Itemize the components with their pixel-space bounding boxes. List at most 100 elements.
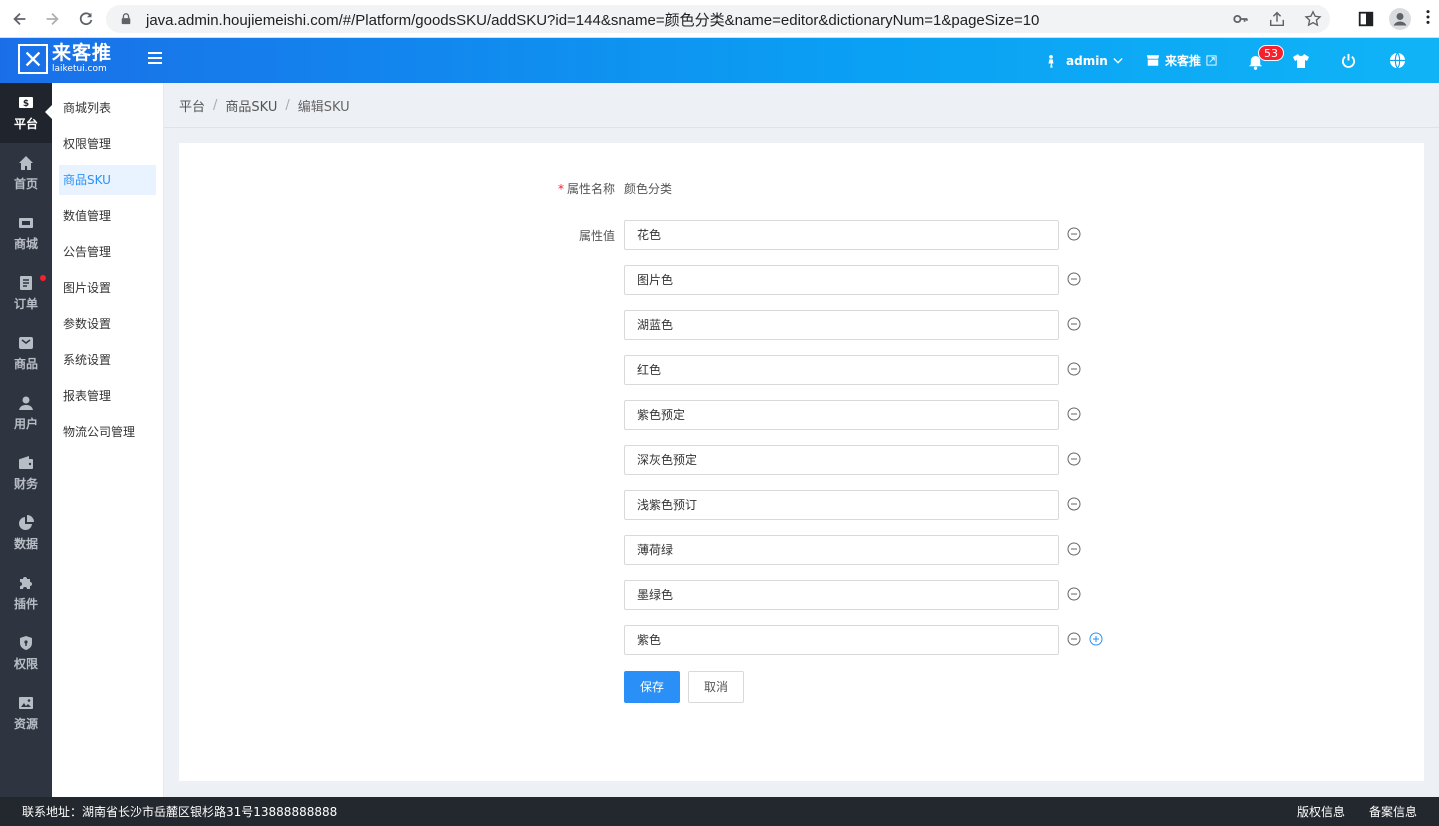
rail-item-home[interactable]: 首页 [0, 143, 52, 203]
key-icon[interactable] [1232, 10, 1250, 28]
tshirt-button[interactable] [1292, 38, 1310, 83]
platform-icon: $ [19, 96, 33, 109]
user-menu[interactable]: admin [1046, 38, 1123, 83]
submenu-item-values[interactable]: 数值管理 [59, 201, 156, 231]
add-value-icon[interactable] [1089, 632, 1103, 646]
rail-label: 商品 [13, 356, 38, 371]
save-button[interactable]: 保存 [624, 671, 680, 703]
rail-label: 首页 [13, 176, 38, 191]
footer: 联系地址：湖南省长沙市岳麓区银杉路31号13888888888 版权信息 备案信… [0, 797, 1439, 826]
breadcrumb-item[interactable]: 商品SKU [225, 96, 277, 115]
puzzle-icon [20, 576, 32, 589]
shield-icon [20, 635, 32, 650]
sidebar-toggle-icon[interactable] [1357, 10, 1375, 28]
breadcrumb-separator: / [213, 97, 218, 113]
menu-toggle-icon[interactable] [148, 52, 162, 66]
rail-label: 插件 [13, 596, 38, 611]
cancel-button[interactable]: 取消 [688, 671, 744, 703]
attr-value-input[interactable]: 深灰色预定 [624, 445, 1059, 475]
attr-value-input[interactable]: 图片色 [624, 265, 1059, 295]
browser-toolbar: java.admin.houjiemeishi.com/#/Platform/g… [0, 0, 1439, 38]
submenu-item-notice[interactable]: 公告管理 [59, 237, 156, 267]
rail-item-plugin[interactable]: 插件 [0, 563, 52, 623]
order-alert-dot [40, 275, 46, 281]
logo-subtitle: laiketui.com [52, 64, 107, 74]
reload-icon[interactable] [72, 5, 100, 33]
record-link[interactable]: 备案信息 [1369, 803, 1417, 820]
rail-label: 订单 [13, 296, 38, 311]
rail-item-goods[interactable]: 商品 [0, 323, 52, 383]
rail-item-data[interactable]: 数据 [0, 503, 52, 563]
star-icon[interactable] [1304, 10, 1322, 28]
submenu-item-logistics[interactable]: 物流公司管理 [59, 417, 156, 447]
rail-item-order[interactable]: 订单 [0, 263, 52, 323]
attr-name-label: * 属性名称 [557, 182, 615, 196]
globe-icon [1389, 52, 1406, 69]
more-menu-icon[interactable] [1425, 8, 1431, 30]
breadcrumb-item[interactable]: 平台 [179, 96, 205, 115]
remove-value-icon[interactable] [1067, 227, 1081, 241]
notification-bell[interactable]: 53 [1248, 38, 1284, 83]
rail-item-mall[interactable]: 商城 [0, 203, 52, 263]
copyright-link[interactable]: 版权信息 [1297, 803, 1345, 820]
user-name: admin [1066, 53, 1108, 68]
remove-value-icon[interactable] [1067, 452, 1081, 466]
forward-arrow-icon[interactable] [38, 5, 66, 33]
submenu-item-mall-list[interactable]: 商城列表 [59, 93, 156, 123]
remove-value-icon[interactable] [1067, 587, 1081, 601]
rail-label: 平台 [13, 116, 38, 131]
submenu-item-params[interactable]: 参数设置 [59, 309, 156, 339]
rail-label: 权限 [13, 656, 38, 671]
power-button[interactable] [1341, 38, 1356, 83]
store-name: 来客推 [1165, 54, 1202, 68]
rail-label: 用户 [13, 416, 38, 431]
store-link[interactable]: 来客推 [1146, 38, 1217, 83]
svg-text:$: $ [23, 99, 29, 109]
chevron-down-icon [1113, 57, 1123, 64]
language-button[interactable] [1389, 38, 1406, 83]
rail-item-finance[interactable]: 财务 [0, 443, 52, 503]
rail-item-resource[interactable]: 资源 [0, 683, 52, 743]
remove-value-icon[interactable] [1067, 407, 1081, 421]
rail-item-user[interactable]: 用户 [0, 383, 52, 443]
attr-value-input[interactable]: 紫色预定 [624, 400, 1059, 430]
profile-avatar-icon[interactable] [1389, 8, 1411, 30]
app-header: 来客推 laiketui.com admin 来客推 53 [0, 38, 1439, 83]
submenu-item-goods-sku[interactable]: 商品SKU [59, 165, 156, 195]
attr-value-input[interactable]: 红色 [624, 355, 1059, 385]
rail-item-permission[interactable]: 权限 [0, 623, 52, 683]
remove-value-icon[interactable] [1067, 497, 1081, 511]
store-icon [1146, 55, 1160, 66]
remove-value-icon[interactable] [1067, 272, 1081, 286]
submenu-item-reports[interactable]: 报表管理 [59, 381, 156, 411]
attr-value-input[interactable]: 墨绿色 [624, 580, 1059, 610]
rail-label: 资源 [13, 716, 38, 731]
module-rail: $ 平台 首页 商城 订单 商品 用户 财务 数据 插件 权限 资源 [0, 83, 52, 797]
logo[interactable]: 来客推 laiketui.com [18, 44, 112, 74]
rail-label: 数据 [13, 536, 38, 551]
attr-value-input[interactable]: 紫色 [624, 625, 1059, 655]
back-arrow-icon[interactable] [6, 5, 34, 33]
attr-value-input[interactable]: 花色 [624, 220, 1059, 250]
submenu-item-permission[interactable]: 权限管理 [59, 129, 156, 159]
submenu-item-system[interactable]: 系统设置 [59, 345, 156, 375]
breadcrumb-current: 编辑SKU [297, 99, 350, 115]
share-icon[interactable] [1268, 10, 1286, 28]
attr-value-input[interactable]: 薄荷绿 [624, 535, 1059, 565]
attr-name-value: 颜色分类 [624, 182, 673, 196]
lock-icon [120, 12, 134, 26]
goods-icon [19, 336, 33, 349]
attr-value-input[interactable]: 湖蓝色 [624, 310, 1059, 340]
order-icon [20, 275, 32, 290]
attr-value-input[interactable]: 浅紫色预订 [624, 490, 1059, 520]
submenu-item-image-settings[interactable]: 图片设置 [59, 273, 156, 303]
remove-value-icon[interactable] [1067, 542, 1081, 556]
address-bar[interactable]: java.admin.houjiemeishi.com/#/Platform/g… [106, 5, 1330, 33]
rail-item-platform[interactable]: $ 平台 [0, 83, 52, 143]
notification-count-badge: 53 [1258, 45, 1284, 61]
footer-address: 联系地址：湖南省长沙市岳麓区银杉路31号13888888888 [22, 805, 338, 819]
remove-value-icon[interactable] [1067, 632, 1081, 646]
attr-values-label: 属性值 [578, 229, 615, 243]
remove-value-icon[interactable] [1067, 362, 1081, 376]
remove-value-icon[interactable] [1067, 317, 1081, 331]
